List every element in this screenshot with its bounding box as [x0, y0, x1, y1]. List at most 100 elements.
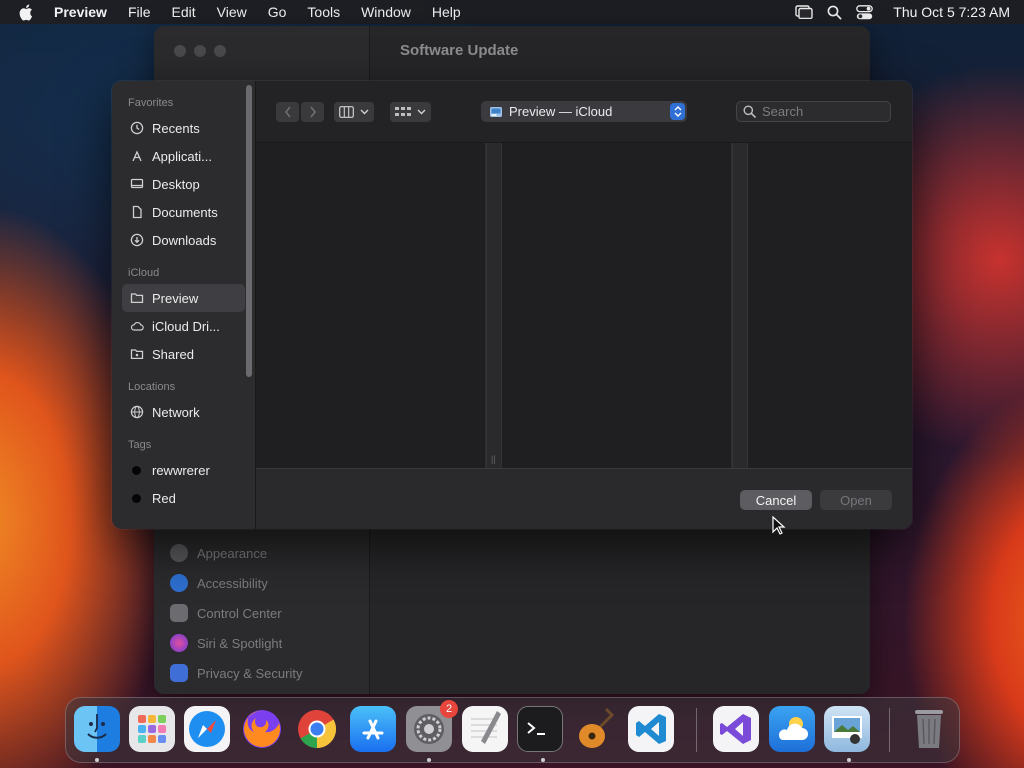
cancel-button[interactable]: Cancel — [740, 490, 812, 510]
chevron-down-icon — [417, 109, 426, 115]
app-store-icon — [362, 719, 384, 740]
sidebar-item-icloud-drive[interactable]: iCloud Dri... — [122, 312, 245, 340]
spotlight-search-icon[interactable] — [827, 5, 842, 20]
applications-icon — [132, 150, 142, 162]
sidebar-item-applications[interactable]: Applicati... — [122, 142, 245, 170]
finder-face-icon — [87, 714, 107, 739]
columns-icon — [339, 106, 354, 118]
menu-clock[interactable]: Thu Oct 5 7:23 AM — [893, 4, 1010, 20]
visual-studio-icon — [720, 714, 751, 744]
location-stepper — [670, 103, 685, 120]
column-resize-handle[interactable]: || — [486, 143, 502, 468]
apple-menu-icon[interactable] — [18, 3, 36, 21]
minimize-button[interactable] — [194, 45, 206, 57]
privacy-hand-icon — [170, 664, 188, 682]
dock-launchpad[interactable] — [129, 706, 175, 752]
download-icon — [130, 233, 144, 247]
menu-help[interactable]: Help — [432, 4, 461, 20]
settings-item-privacy-security[interactable]: Privacy & Security — [170, 658, 302, 688]
screen-mirroring-icon[interactable] — [795, 5, 813, 19]
sidebar-tag-red[interactable]: Red — [122, 484, 245, 512]
menu-go[interactable]: Go — [268, 4, 287, 20]
chrome-icon — [298, 709, 337, 749]
dock-weather[interactable] — [769, 706, 815, 752]
sidebar-item-shared[interactable]: Shared — [122, 340, 245, 368]
sidebar-item-downloads[interactable]: Downloads — [122, 226, 245, 254]
mouse-cursor-icon — [772, 516, 786, 535]
menu-app-name[interactable]: Preview — [54, 4, 107, 20]
menu-view[interactable]: View — [217, 4, 247, 20]
running-indicator — [541, 758, 545, 762]
running-indicator — [427, 758, 431, 762]
group-view-button[interactable] — [390, 102, 431, 122]
sidebar-tag-rewwrerer[interactable]: rewwrerer — [122, 456, 245, 484]
dock-garageband[interactable] — [573, 706, 619, 752]
sidebar-section-favorites: Favorites — [128, 97, 174, 109]
cloud-icon — [130, 321, 144, 331]
dock-textedit[interactable] — [462, 706, 508, 752]
sidebar-item-desktop[interactable]: Desktop — [122, 170, 245, 198]
dock-chrome[interactable] — [294, 706, 340, 752]
menu-file[interactable]: File — [128, 4, 151, 20]
desktop-icon — [130, 178, 144, 189]
column-resize-handle[interactable] — [732, 143, 748, 468]
menu-window[interactable]: Window — [361, 4, 411, 20]
running-indicator — [95, 758, 99, 762]
sidebar-item-preview[interactable]: Preview — [122, 284, 245, 312]
dock-visual-studio[interactable] — [713, 706, 759, 752]
dock-divider — [696, 708, 697, 752]
browser-column-2[interactable] — [502, 143, 732, 468]
sidebar-section-icloud: iCloud — [128, 267, 160, 279]
sidebar-item-network[interactable]: Network — [122, 398, 245, 426]
control-center-settings-icon — [170, 604, 188, 622]
dock: 2 — [65, 697, 960, 763]
preview-app-icon — [490, 106, 502, 117]
location-popup[interactable]: Preview — iCloud — [481, 101, 687, 122]
textedit-pen-icon — [471, 711, 501, 744]
dock-safari[interactable] — [184, 706, 230, 752]
chevron-down-icon — [360, 109, 369, 115]
open-file-dialog: Favorites Recents Applicati... Desktop D… — [112, 81, 912, 529]
dock-app-store[interactable] — [350, 706, 396, 752]
trash-icon — [915, 710, 943, 748]
settings-item-siri-spotlight[interactable]: Siri & Spotlight — [170, 628, 302, 658]
menu-edit[interactable]: Edit — [172, 4, 196, 20]
browser-column-3[interactable] — [748, 143, 912, 468]
sidebar-section-tags: Tags — [128, 439, 152, 451]
back-button[interactable] — [276, 102, 299, 122]
siri-icon — [170, 634, 188, 652]
settings-item-appearance[interactable]: Appearance — [170, 538, 302, 568]
dialog-sidebar: Favorites Recents Applicati... Desktop D… — [112, 81, 256, 529]
dialog-footer: Cancel Open — [256, 468, 912, 529]
sidebar-item-documents[interactable]: Documents — [122, 198, 245, 226]
column-view-button[interactable] — [334, 102, 374, 122]
vscode-icon — [636, 714, 666, 744]
sidebar-scrollbar[interactable] — [246, 85, 252, 377]
dock-firefox[interactable] — [239, 706, 285, 752]
settings-item-control-center[interactable]: Control Center — [170, 598, 302, 628]
appearance-icon — [170, 544, 188, 562]
dock-vscode[interactable] — [628, 706, 674, 752]
control-center-icon[interactable] — [856, 4, 874, 20]
forward-button[interactable] — [301, 102, 324, 122]
dock-system-settings[interactable]: 2 — [406, 700, 458, 752]
sidebar-item-recents[interactable]: Recents — [122, 114, 245, 142]
clock-icon — [130, 121, 144, 135]
zoom-button[interactable] — [214, 45, 226, 57]
tag-dot-icon — [132, 465, 141, 475]
dock-trash[interactable] — [906, 706, 952, 752]
search-field[interactable] — [736, 101, 891, 122]
location-label: Preview — iCloud — [509, 104, 613, 119]
search-input[interactable] — [762, 104, 882, 119]
dock-terminal[interactable] — [517, 706, 563, 752]
close-button[interactable] — [174, 45, 186, 57]
guitar-icon — [579, 707, 615, 748]
dock-preview[interactable] — [824, 706, 870, 752]
up-down-chevron-icon — [674, 106, 681, 117]
chevron-right-icon — [309, 106, 316, 118]
dock-finder[interactable] — [74, 706, 120, 752]
open-button[interactable]: Open — [820, 490, 892, 510]
browser-column-1[interactable] — [256, 143, 486, 468]
menu-tools[interactable]: Tools — [307, 4, 340, 20]
settings-item-accessibility[interactable]: Accessibility — [170, 568, 302, 598]
